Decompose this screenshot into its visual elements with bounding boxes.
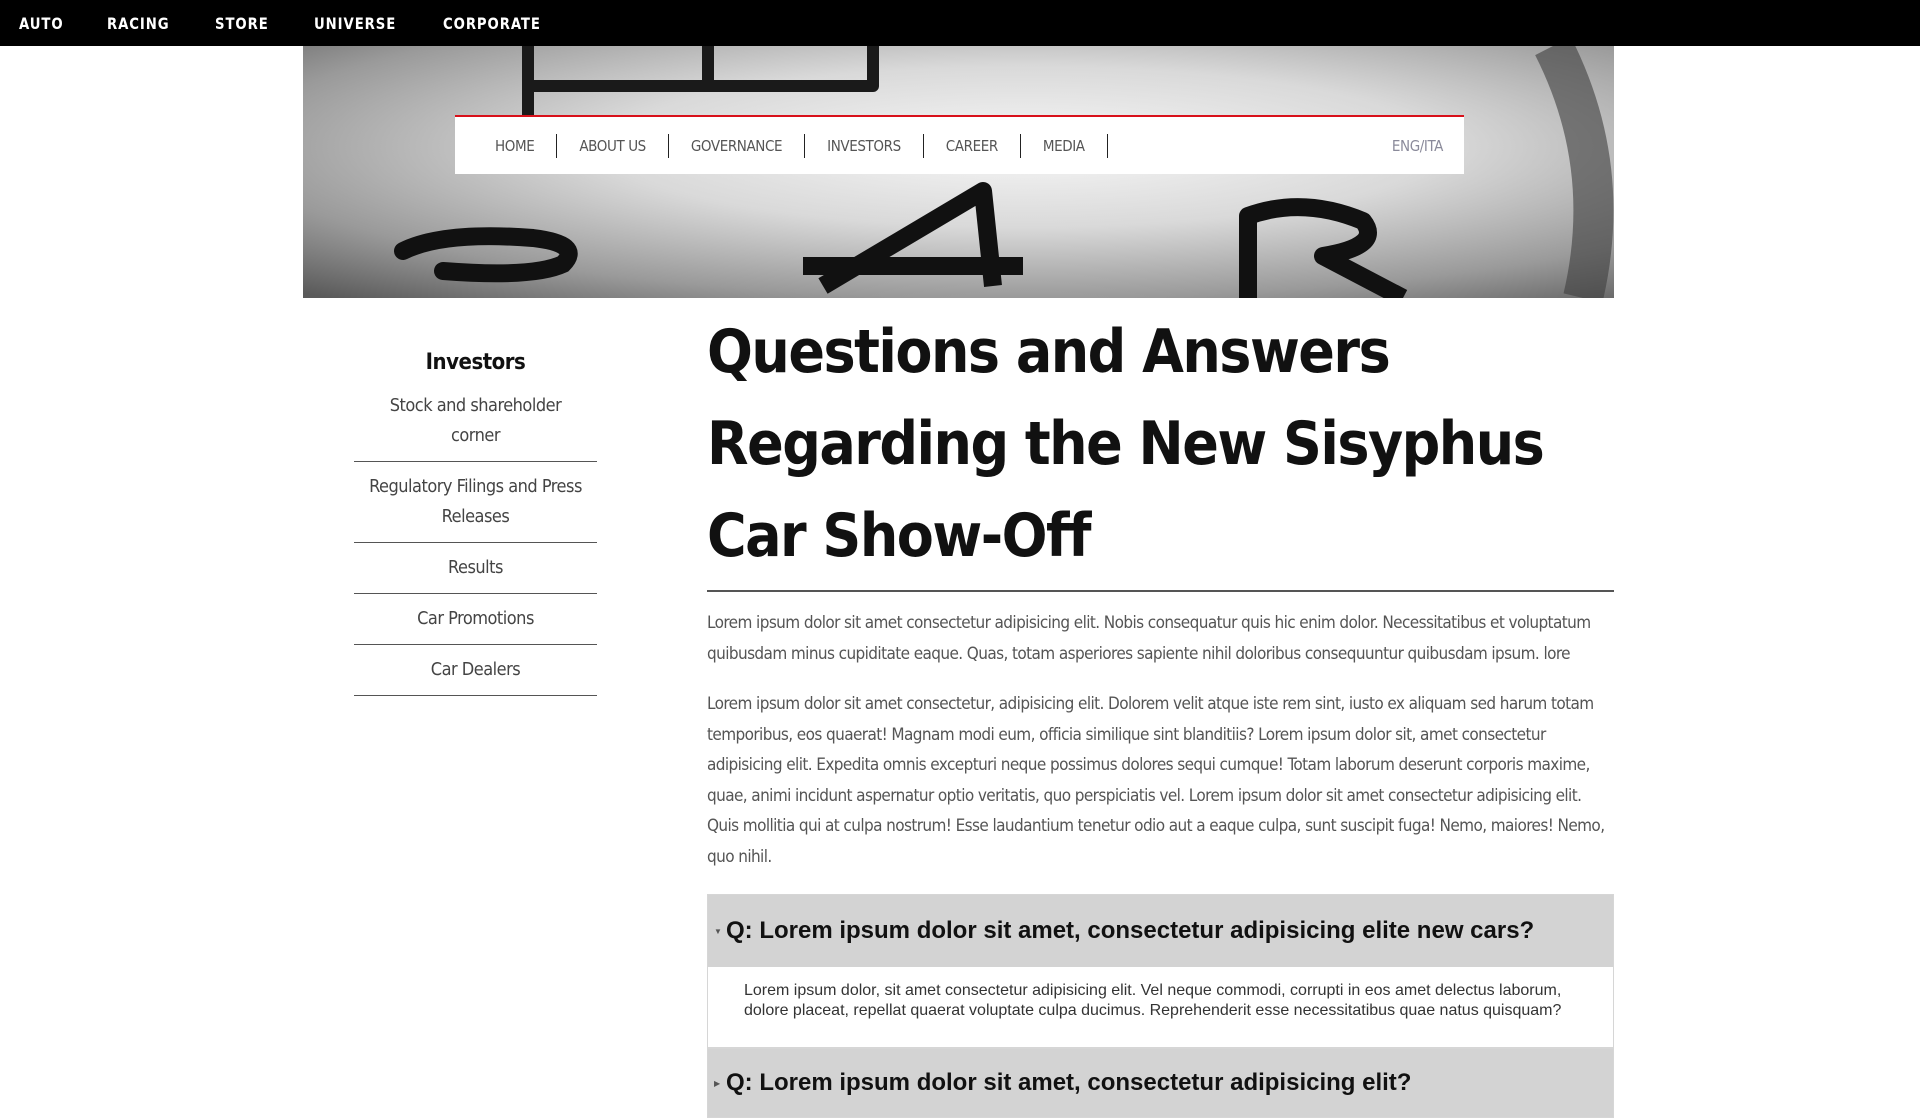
main-content: Questions and Answers Regarding the New … — [707, 300, 1614, 1118]
investors-sidebar: Investors Stock and shareholder corner R… — [354, 350, 597, 696]
secondary-nav-bar: HOME ABOUT US GOVERNANCE INVESTORS CAREE… — [455, 115, 1464, 174]
language-switcher[interactable]: ENG/ITA — [1392, 137, 1444, 155]
faq-accordion: ▼ Q: Lorem ipsum dolor sit amet, consect… — [707, 894, 1614, 1118]
sidebar-title: Investors — [425, 350, 526, 375]
page-title: Questions and Answers Regarding the New … — [707, 306, 1614, 592]
faq-question-text: Q: Lorem ipsum dolor sit amet, consectet… — [726, 1069, 1412, 1096]
nav-governance[interactable]: GOVERNANCE — [669, 133, 806, 158]
caret-down-icon: ▼ — [714, 926, 722, 936]
sidebar-item-car-dealers[interactable]: Car Dealers — [354, 645, 597, 696]
intro-paragraph: Lorem ipsum dolor sit amet consectetur a… — [707, 613, 1591, 664]
faq-question-toggle[interactable]: ▶ Q: Lorem ipsum dolor sit amet, consect… — [708, 1049, 1613, 1117]
top-nav-corporate[interactable]: CORPORATE — [443, 14, 541, 33]
body-paragraph: Lorem ipsum dolor sit amet consectetur, … — [707, 694, 1605, 867]
sidebar-item-car-promotions[interactable]: Car Promotions — [354, 594, 597, 645]
nav-media[interactable]: MEDIA — [1021, 133, 1108, 158]
top-nav-racing[interactable]: RACING — [107, 14, 170, 33]
faq-question-text: Q: Lorem ipsum dolor sit amet, consectet… — [726, 917, 1535, 944]
nav-career[interactable]: CAREER — [924, 133, 1021, 158]
nav-investors[interactable]: INVESTORS — [805, 133, 924, 158]
faq-item: ▶ Q: Lorem ipsum dolor sit amet, consect… — [707, 1048, 1614, 1118]
faq-answer-text: Lorem ipsum dolor, sit amet consectetur … — [708, 967, 1613, 1047]
faq-question-toggle[interactable]: ▼ Q: Lorem ipsum dolor sit amet, consect… — [708, 895, 1613, 967]
sidebar-item-regulatory-filings[interactable]: Regulatory Filings and Press Releases — [354, 462, 597, 543]
top-nav-bar: AUTO RACING STORE UNIVERSE CORPORATE — [0, 0, 1920, 46]
top-nav-universe[interactable]: UNIVERSE — [314, 14, 396, 33]
faq-item: ▼ Q: Lorem ipsum dolor sit amet, consect… — [707, 894, 1614, 1048]
sidebar-item-results[interactable]: Results — [354, 543, 597, 594]
top-nav-auto[interactable]: AUTO — [19, 14, 64, 33]
nav-home[interactable]: HOME — [495, 133, 558, 158]
sidebar-item-stock-shareholder[interactable]: Stock and shareholder corner — [354, 381, 597, 462]
nav-about-us[interactable]: ABOUT US — [557, 133, 669, 158]
top-nav-store[interactable]: STORE — [215, 14, 269, 33]
